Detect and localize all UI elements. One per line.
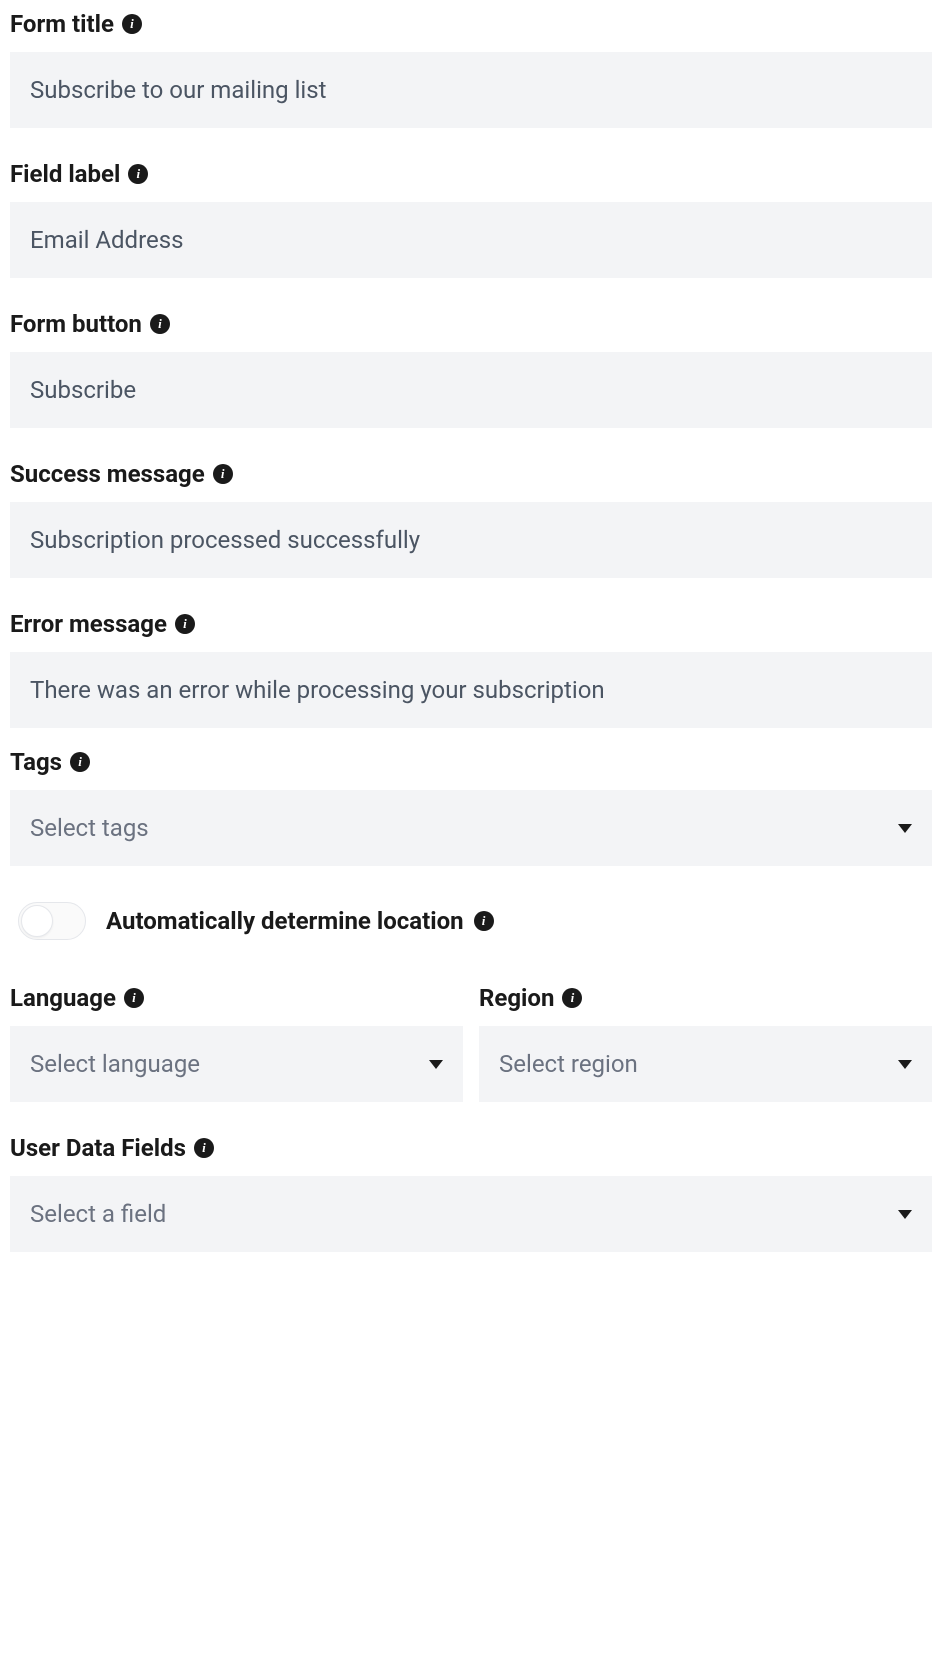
form-button-label: Form button i	[10, 310, 932, 338]
user-data-fields-select[interactable]: Select a field	[10, 1176, 932, 1252]
tags-placeholder: Select tags	[30, 814, 149, 842]
region-placeholder: Select region	[499, 1050, 638, 1078]
info-icon[interactable]: i	[194, 1138, 214, 1158]
user-data-fields-label: User Data Fields i	[10, 1134, 932, 1162]
user-data-fields-group: User Data Fields i Select a field	[10, 1134, 932, 1252]
error-message-label-text: Error message	[10, 610, 167, 638]
form-title-input[interactable]	[10, 52, 932, 128]
info-icon[interactable]: i	[562, 988, 582, 1008]
error-message-group: Error message i	[10, 610, 932, 728]
error-message-label: Error message i	[10, 610, 932, 638]
field-label-label-text: Field label	[10, 160, 120, 188]
user-data-fields-label-text: User Data Fields	[10, 1134, 186, 1162]
language-placeholder: Select language	[30, 1050, 200, 1078]
field-label-input[interactable]	[10, 202, 932, 278]
language-label-text: Language	[10, 984, 116, 1012]
language-region-row: Language i Select language Region i Sele…	[10, 984, 932, 1134]
form-title-label-text: Form title	[10, 10, 114, 38]
region-label: Region i	[479, 984, 932, 1012]
info-icon[interactable]: i	[122, 14, 142, 34]
info-icon[interactable]: i	[474, 911, 494, 931]
auto-location-row: Automatically determine location i	[10, 902, 932, 940]
language-select[interactable]: Select language	[10, 1026, 463, 1102]
form-title-label: Form title i	[10, 10, 932, 38]
tags-group: Tags i Select tags	[10, 748, 932, 866]
tags-select[interactable]: Select tags	[10, 790, 932, 866]
toggle-knob	[21, 905, 53, 937]
region-select[interactable]: Select region	[479, 1026, 932, 1102]
region-group: Region i Select region	[479, 984, 932, 1102]
language-group: Language i Select language	[10, 984, 463, 1102]
success-message-label: Success message i	[10, 460, 932, 488]
auto-location-label-text: Automatically determine location	[106, 907, 464, 935]
form-title-group: Form title i	[10, 10, 932, 128]
success-message-group: Success message i	[10, 460, 932, 578]
chevron-down-icon	[898, 824, 912, 833]
info-icon[interactable]: i	[128, 164, 148, 184]
chevron-down-icon	[898, 1210, 912, 1219]
info-icon[interactable]: i	[70, 752, 90, 772]
tags-label: Tags i	[10, 748, 932, 776]
error-message-input[interactable]	[10, 652, 932, 728]
tags-label-text: Tags	[10, 748, 62, 776]
success-message-input[interactable]	[10, 502, 932, 578]
language-label: Language i	[10, 984, 463, 1012]
form-button-label-text: Form button	[10, 310, 142, 338]
form-button-input[interactable]	[10, 352, 932, 428]
auto-location-label: Automatically determine location i	[106, 907, 494, 935]
success-message-label-text: Success message	[10, 460, 205, 488]
user-data-fields-placeholder: Select a field	[30, 1200, 166, 1228]
region-label-text: Region	[479, 984, 554, 1012]
info-icon[interactable]: i	[175, 614, 195, 634]
field-label-label: Field label i	[10, 160, 932, 188]
info-icon[interactable]: i	[150, 314, 170, 334]
form-button-group: Form button i	[10, 310, 932, 428]
field-label-group: Field label i	[10, 160, 932, 278]
chevron-down-icon	[898, 1060, 912, 1069]
info-icon[interactable]: i	[124, 988, 144, 1008]
info-icon[interactable]: i	[213, 464, 233, 484]
auto-location-toggle[interactable]	[18, 902, 86, 940]
chevron-down-icon	[429, 1060, 443, 1069]
